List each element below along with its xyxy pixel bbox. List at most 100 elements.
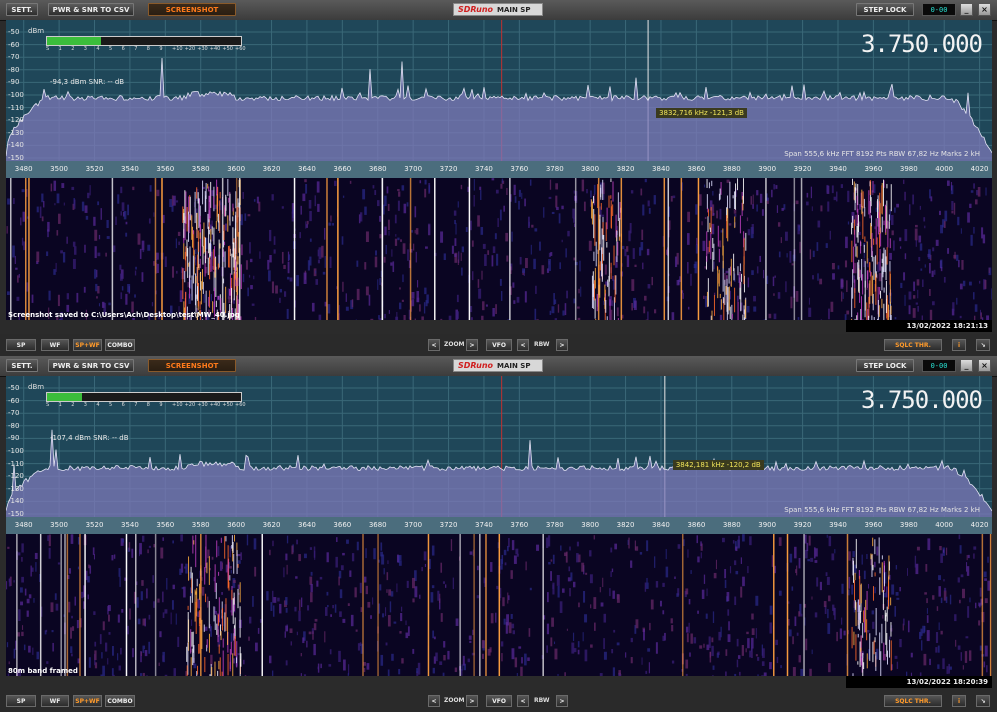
y-tick-label: -90	[8, 434, 20, 443]
close-button[interactable]: ×	[978, 359, 991, 372]
s-scale-mark: +40	[209, 46, 221, 52]
x-tick-label: 4000	[935, 521, 954, 529]
x-tick-label: 3640	[298, 521, 316, 529]
x-tick-label: 3860	[687, 521, 706, 529]
zoom-out-button[interactable]: <	[428, 339, 440, 351]
signal-meter	[46, 392, 242, 402]
sp-wf-button[interactable]: SP+WF	[73, 695, 102, 707]
combo-button[interactable]: COMBO	[105, 695, 135, 707]
x-tick-label: 3940	[829, 165, 847, 173]
wf-button[interactable]: WF	[41, 339, 69, 351]
bottom-toolbar: SP WF SP+WF COMBO < ZOOM > VFO < RBW > S…	[0, 334, 997, 356]
timestamp: 13/02/2022 18:20:39	[846, 676, 992, 688]
x-tick-label: 3660	[333, 165, 352, 173]
window-name: MAIN SP	[497, 6, 531, 14]
y-tick-label: -140	[8, 497, 24, 506]
pwr-snr-csv-button[interactable]: PWR & SNR TO CSV	[48, 3, 134, 16]
x-tick-label: 3940	[829, 521, 847, 529]
y-tick-label: -80	[8, 65, 20, 74]
squelch-display: 0-00	[922, 359, 956, 372]
s-scale-mark: 6	[121, 46, 125, 52]
x-tick-label: 3900	[758, 165, 777, 173]
x-tick-label: 3800	[581, 521, 600, 529]
x-tick-label: 4000	[935, 165, 954, 173]
sp-wf-button[interactable]: SP+WF	[73, 339, 102, 351]
info-button[interactable]: i	[952, 339, 966, 351]
settings-button[interactable]: SETT.	[6, 359, 38, 372]
x-tick-label: 3540	[120, 165, 139, 173]
rbw-label: RBW	[534, 697, 550, 704]
sqlc-thr-button[interactable]: SQLC THR.	[884, 695, 942, 707]
vfo-frequency[interactable]: 3.750.000	[861, 30, 983, 58]
s-scale-mark: +40	[209, 402, 221, 408]
spectrum-display[interactable]: -50 -60 -70 -80 -90 -100 -110 -120 -130 -140 -150 …	[6, 376, 992, 517]
s-scale-mark: 5	[109, 46, 113, 52]
pwr-snr-csv-button[interactable]: PWR & SNR TO CSV	[48, 359, 134, 372]
y-tick-label: -120	[8, 472, 24, 481]
rbw-down-button[interactable]: <	[517, 695, 529, 707]
x-tick-label: 3840	[652, 165, 670, 173]
s-scale-mark: +30	[197, 402, 208, 408]
x-tick-label: 3740	[475, 165, 493, 173]
x-tick-label: 3820	[616, 521, 635, 529]
s-scale-mark: 4	[96, 46, 100, 52]
s-scale-mark: 8	[146, 46, 150, 52]
rbw-up-button[interactable]: >	[556, 339, 568, 351]
s-scale-mark: +50	[222, 402, 233, 408]
zoom-out-button[interactable]: <	[428, 695, 440, 707]
vfo-button[interactable]: VFO	[486, 695, 512, 707]
x-tick-label: 3580	[191, 165, 210, 173]
combo-button[interactable]: COMBO	[105, 339, 135, 351]
minimize-button[interactable]: _	[960, 3, 973, 16]
cursor-readout: 3842,181 kHz -120,2 dB	[672, 460, 764, 470]
x-tick-label: 3620	[262, 165, 281, 173]
sqlc-thr-button[interactable]: SQLC THR.	[884, 339, 942, 351]
x-tick-label: 3600	[227, 165, 246, 173]
rbw-up-button[interactable]: >	[556, 695, 568, 707]
signal-meter-fill	[47, 393, 82, 401]
close-button[interactable]: ×	[978, 3, 991, 16]
vfo-button[interactable]: VFO	[486, 339, 512, 351]
y-tick-label: -70	[8, 53, 20, 62]
toolbar: SETT. PWR & SNR TO CSV SCREENSHOT SDRuno…	[0, 356, 997, 377]
x-tick-label: 3820	[616, 165, 635, 173]
x-tick-label: 3760	[510, 521, 529, 529]
waterfall-display[interactable]: 80m band framed	[6, 534, 992, 676]
resize-icon[interactable]: ↘	[976, 339, 990, 351]
info-button[interactable]: i	[952, 695, 966, 707]
zoom-in-button[interactable]: >	[466, 339, 478, 351]
resize-icon[interactable]: ↘	[976, 695, 990, 707]
x-tick-label: 3900	[758, 521, 777, 529]
sp-button[interactable]: SP	[6, 339, 36, 351]
main-sp-panel: SETT. PWR & SNR TO CSV SCREENSHOT SDRuno…	[0, 0, 997, 356]
zoom-in-button[interactable]: >	[466, 695, 478, 707]
rbw-down-button[interactable]: <	[517, 339, 529, 351]
spectrum-info: Span 555,6 kHz FFT 8192 Pts RBW 67,82 Hz…	[784, 506, 980, 514]
x-tick-label: 3560	[156, 521, 175, 529]
y-tick-label: -60	[8, 40, 20, 49]
x-tick-label: 3520	[85, 521, 104, 529]
step-lock-button[interactable]: STEP LOCK	[856, 3, 914, 16]
main-sp-panel: SETT. PWR & SNR TO CSV SCREENSHOT SDRuno…	[0, 356, 997, 712]
waterfall-display[interactable]: Screenshot saved to C:\Users\Ach\Desktop…	[6, 178, 992, 320]
y-tick-label: -50	[8, 384, 20, 392]
spectrum-display[interactable]: -50 -60 -70 -80 -90 -100 -110 -120 -130 -140 -150 …	[6, 20, 992, 161]
vfo-frequency[interactable]: 3.750.000	[861, 386, 983, 414]
wf-button[interactable]: WF	[41, 695, 69, 707]
x-tick-label: 3760	[510, 165, 529, 173]
settings-button[interactable]: SETT.	[6, 3, 38, 16]
minimize-button[interactable]: _	[960, 359, 973, 372]
x-tick-label: 3620	[262, 521, 281, 529]
s-scale-mark: 4	[96, 402, 100, 408]
x-tick-label: 3500	[50, 521, 69, 529]
s-scale-mark: +10	[172, 402, 183, 408]
status-message: Screenshot saved to C:\Users\Ach\Desktop…	[8, 311, 240, 319]
x-tick-label: 3640	[298, 165, 316, 173]
screenshot-button[interactable]: SCREENSHOT	[148, 3, 236, 16]
screenshot-button[interactable]: SCREENSHOT	[148, 359, 236, 372]
x-tick-label: 3720	[439, 165, 458, 173]
sp-button[interactable]: SP	[6, 695, 36, 707]
s-scale-mark: 7	[134, 402, 138, 408]
step-lock-button[interactable]: STEP LOCK	[856, 359, 914, 372]
y-tick-label: -100	[8, 447, 24, 455]
